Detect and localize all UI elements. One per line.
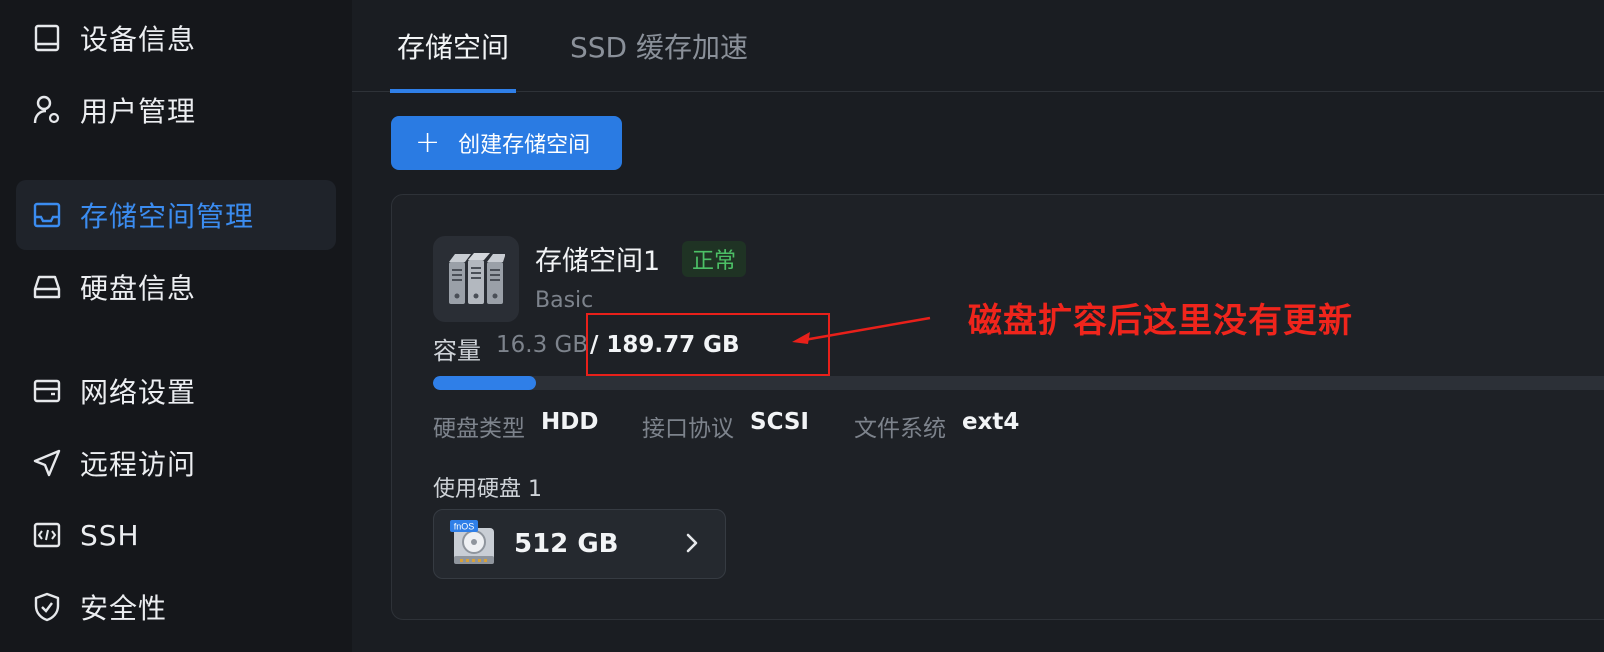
network-card-icon: [32, 376, 62, 406]
disk-size: 512 GB: [514, 529, 619, 559]
status-badge: 正常: [682, 241, 747, 277]
inbox-icon: [32, 200, 62, 230]
pool-type: Basic: [535, 288, 594, 313]
sidebar-item-label: 硬盘信息: [80, 272, 197, 305]
disks-used-label: 使用硬盘 1: [433, 477, 542, 502]
sidebar-item-disk-info[interactable]: 硬盘信息: [16, 252, 336, 322]
spec-key: 硬盘类型: [433, 416, 525, 442]
sidebar: 设备信息 用户管理 存储空间管理 硬盘信息 网络设置 远程访问 SSH 安全性: [0, 0, 352, 652]
spec-disk-type: 硬盘类型 HDD: [433, 409, 598, 443]
spec-filesystem: 文件系统 ext4: [854, 409, 1019, 443]
capacity-used: 16.3 GB: [496, 332, 589, 358]
pool-name: 存储空间1: [535, 246, 661, 277]
disk-icon: fnOS: [450, 520, 498, 568]
annotation-arrow-icon: [792, 316, 931, 344]
spec-interface: 接口协议 SCSI: [642, 409, 809, 443]
user-settings-icon: [32, 95, 62, 125]
server-rack-icon: [433, 236, 519, 322]
disk-card[interactable]: fnOS 512 GB: [433, 509, 726, 579]
send-icon: [32, 448, 62, 478]
sidebar-item-label: 网络设置: [80, 376, 197, 409]
sidebar-item-label: 存储空间管理: [80, 200, 255, 233]
sidebar-item-label: SSH: [80, 518, 140, 552]
sidebar-item-ssh[interactable]: SSH: [16, 500, 336, 570]
annotation-text: 磁盘扩容后这里没有更新: [968, 301, 1353, 341]
sidebar-item-storage[interactable]: 存储空间管理: [16, 180, 336, 250]
fnos-badge: fnOS: [454, 522, 475, 532]
shield-icon: [32, 592, 62, 622]
chevron-right-icon: [685, 532, 699, 558]
create-storage-label: 创建存储空间: [458, 133, 591, 158]
sidebar-item-label: 设备信息: [80, 23, 197, 56]
tab-storage[interactable]: 存储空间: [390, 0, 516, 93]
spec-value: SCSI: [750, 409, 809, 435]
sidebar-item-security[interactable]: 安全性: [16, 572, 336, 642]
sidebar-item-label: 用户管理: [80, 95, 197, 128]
spec-value: HDD: [541, 409, 599, 435]
tab-ssd-cache[interactable]: SSD 缓存加速: [570, 0, 748, 92]
plus-icon: +: [415, 125, 441, 160]
capacity-label: 容量: [433, 337, 481, 365]
sidebar-item-device-info[interactable]: 设备信息: [16, 3, 336, 73]
sidebar-item-label: 远程访问: [80, 448, 197, 481]
tab-bar: 存储空间 SSD 缓存加速: [352, 0, 1604, 93]
sidebar-item-remote-access[interactable]: 远程访问: [16, 428, 336, 498]
sidebar-item-users[interactable]: 用户管理: [16, 75, 336, 145]
sidebar-item-label: 安全性: [80, 592, 168, 625]
capacity-progress-fill: [433, 376, 537, 390]
sidebar-item-network[interactable]: 网络设置: [16, 356, 336, 426]
storage-pool-card: 存储空间1 正常 Basic 容量 16.3 GB / 189.77 GB 硬盘…: [391, 194, 1604, 620]
spec-value: ext4: [962, 409, 1020, 435]
spec-key: 文件系统: [854, 416, 946, 442]
spec-key: 接口协议: [642, 416, 734, 442]
device-icon: [32, 23, 62, 53]
capacity-progress-bar: [433, 376, 1604, 390]
hard-drive-icon: [32, 272, 62, 302]
code-icon: [32, 520, 62, 550]
create-storage-button[interactable]: + 创建存储空间: [391, 116, 622, 170]
